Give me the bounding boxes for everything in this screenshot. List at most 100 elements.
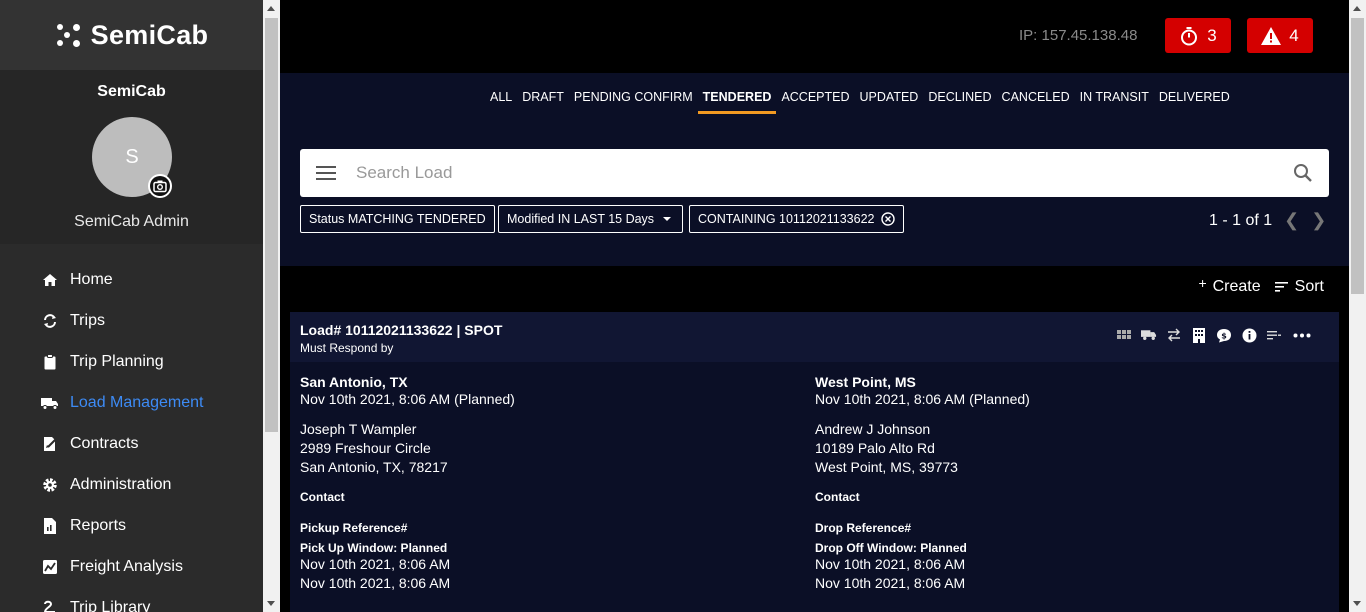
sort-button[interactable]: Sort — [1274, 278, 1324, 296]
chevron-right-icon[interactable]: ❯ — [1311, 210, 1326, 231]
page-scrollbar[interactable] — [1349, 0, 1366, 612]
sidebar-item-freight-analysis[interactable]: Freight Analysis — [0, 546, 263, 587]
sidebar: SemiCab SemiCab S SemiCab Admin Home Tri… — [0, 0, 263, 612]
list-actions: + Create Sort — [1198, 275, 1324, 296]
semicab-logo-icon — [55, 22, 81, 48]
timer-badge[interactable]: 3 — [1165, 18, 1231, 53]
sidebar-item-load-management[interactable]: Load Management — [0, 382, 263, 423]
search-bar — [300, 149, 1329, 197]
tab-draft[interactable]: DRAFT — [517, 89, 569, 114]
sidebar-item-trips[interactable]: Trips — [0, 300, 263, 341]
contract-icon — [41, 435, 59, 453]
list-detail-icon[interactable] — [1266, 327, 1282, 343]
pickup-date: Nov 10th 2021, 8:06 AM (Planned) — [300, 391, 515, 407]
sidebar-item-reports[interactable]: Reports — [0, 505, 263, 546]
search-icon[interactable] — [1293, 163, 1313, 183]
drop-date: Nov 10th 2021, 8:06 AM (Planned) — [815, 391, 1030, 407]
tab-in-transit[interactable]: IN TRANSIT — [1075, 89, 1154, 114]
sidebar-item-label: Trip Planning — [70, 352, 164, 370]
ip-address: IP: 157.45.138.48 — [1019, 27, 1138, 44]
drop-contact-name: Andrew J Johnson — [815, 421, 931, 437]
alert-badge[interactable]: 4 — [1247, 18, 1313, 53]
drop-city: West Point, MS — [815, 374, 916, 390]
brand-name: SemiCab — [90, 19, 209, 50]
sidebar-item-label: Administration — [70, 475, 172, 493]
chip-label: Modified IN LAST 15 Days — [507, 212, 655, 226]
drop-window-label: Drop Off Window: Planned — [815, 541, 967, 555]
drop-stop: West Point, MS Nov 10th 2021, 8:06 AM (P… — [815, 374, 1315, 593]
grid-view-icon[interactable] — [1116, 327, 1132, 343]
status-tabs: ALL DRAFT PENDING CONFIRM TENDERED ACCEP… — [485, 89, 1235, 114]
timer-count: 3 — [1207, 25, 1217, 45]
brand[interactable]: SemiCab — [0, 0, 263, 70]
pagination-range: 1 - 1 of 1 — [1209, 211, 1273, 229]
create-button[interactable]: + Create — [1198, 275, 1261, 296]
price-chat-icon[interactable]: $ — [1216, 327, 1232, 343]
swap-icon[interactable] — [1166, 327, 1182, 343]
tab-accepted[interactable]: ACCEPTED — [776, 89, 854, 114]
alert-count: 4 — [1289, 25, 1299, 45]
main-content: IP: 157.45.138.48 3 4 ALL DRAFT PENDING … — [280, 0, 1349, 612]
filter-panel: ALL DRAFT PENDING CONFIRM TENDERED ACCEP… — [280, 73, 1349, 266]
sidebar-item-trip-library[interactable]: Trip Library — [0, 587, 263, 612]
tab-declined[interactable]: DECLINED — [923, 89, 996, 114]
sidebar-item-contracts[interactable]: Contracts — [0, 423, 263, 464]
sidebar-scrollbar[interactable] — [263, 0, 280, 612]
scroll-down-icon[interactable] — [267, 601, 275, 606]
pickup-street: 2989 Freshour Circle — [300, 440, 431, 456]
scroll-down-icon[interactable] — [1353, 601, 1361, 606]
create-label: Create — [1212, 278, 1261, 295]
stopwatch-icon — [1181, 26, 1198, 45]
scrollbar-thumb[interactable] — [265, 18, 278, 432]
tab-tendered[interactable]: TENDERED — [697, 89, 777, 114]
scroll-up-icon[interactable] — [1353, 6, 1361, 11]
scroll-up-icon[interactable] — [267, 6, 275, 11]
chart-icon — [41, 558, 59, 576]
app-root: SemiCab SemiCab S SemiCab Admin Home Tri… — [0, 0, 1366, 612]
drop-reference-label: Drop Reference# — [815, 521, 912, 535]
drop-contact-label: Contact — [815, 490, 860, 504]
sort-icon — [1274, 282, 1288, 292]
chevron-left-icon[interactable]: ❮ — [1284, 210, 1299, 231]
sidebar-item-label: Trips — [70, 311, 105, 329]
pickup-city-state-zip: San Antonio, TX, 78217 — [300, 459, 448, 475]
truck-icon[interactable] — [1141, 327, 1157, 343]
report-icon — [41, 517, 59, 535]
menu-icon[interactable] — [316, 164, 336, 182]
tab-pending-confirm[interactable]: PENDING CONFIRM — [569, 89, 698, 114]
tab-all[interactable]: ALL — [485, 89, 517, 114]
info-icon[interactable] — [1241, 327, 1257, 343]
sync-icon — [41, 312, 59, 330]
search-input[interactable] — [356, 157, 1276, 189]
chip-label: Status MATCHING TENDERED — [309, 212, 486, 226]
pickup-contact-name: Joseph T Wampler — [300, 421, 417, 437]
pagination: 1 - 1 of 1 ❮ ❯ — [1209, 210, 1326, 231]
profile-org: SemiCab — [97, 83, 166, 100]
scrollbar-thumb[interactable] — [1351, 18, 1364, 294]
gear-icon — [41, 476, 59, 494]
library-icon — [41, 599, 59, 612]
load-card[interactable]: Load# 10112021133622 | SPOT Must Respond… — [290, 312, 1339, 612]
modified-filter-chip[interactable]: Modified IN LAST 15 Days — [498, 205, 684, 233]
sidebar-item-trip-planning[interactable]: Trip Planning — [0, 341, 263, 382]
sidebar-item-label: Reports — [70, 516, 127, 534]
tab-updated[interactable]: UPDATED — [855, 89, 924, 114]
tab-delivered[interactable]: DELIVERED — [1154, 89, 1235, 114]
sidebar-item-administration[interactable]: Administration — [0, 464, 263, 505]
svg-text:$: $ — [1221, 331, 1227, 340]
pickup-reference-label: Pickup Reference# — [300, 521, 408, 535]
home-icon — [41, 271, 59, 289]
profile-name: SemiCab Admin — [74, 213, 189, 230]
sidebar-item-home[interactable]: Home — [0, 259, 263, 300]
pickup-city: San Antonio, TX — [300, 374, 408, 390]
chip-label: CONTAINING 10112021133622 — [698, 212, 875, 226]
sidebar-item-label: Home — [70, 270, 113, 288]
drop-city-state-zip: West Point, MS, 39773 — [815, 459, 958, 475]
containing-filter-chip[interactable]: CONTAINING 10112021133622 — [689, 205, 904, 233]
status-filter-chip[interactable]: Status MATCHING TENDERED — [300, 205, 495, 233]
building-icon[interactable] — [1191, 327, 1207, 343]
more-options-icon[interactable] — [1291, 327, 1313, 343]
clear-circle-icon[interactable] — [880, 212, 895, 226]
camera-icon[interactable] — [148, 174, 172, 198]
tab-canceled[interactable]: CANCELED — [997, 89, 1075, 114]
